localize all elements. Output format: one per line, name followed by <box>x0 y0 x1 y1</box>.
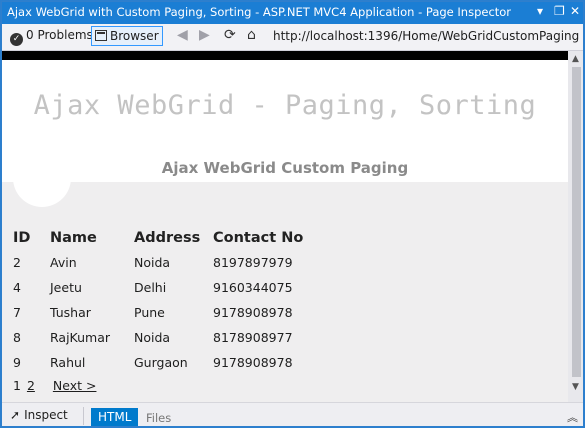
title-bar: Ajax WebGrid with Custom Paging, Sorting… <box>2 2 583 24</box>
home-icon[interactable]: ⌂ <box>247 27 256 43</box>
window-title: Ajax WebGrid with Custom Paging, Sorting… <box>7 5 512 19</box>
table-row: 9 Rahul Gurgaon 9178908978 <box>10 350 313 375</box>
scroll-down-icon[interactable]: ▼ <box>572 382 579 392</box>
tab-files[interactable]: Files <box>146 411 171 425</box>
forward-icon[interactable]: ▶ <box>199 27 210 43</box>
cell-address: Noida <box>134 255 171 270</box>
cell-id: 4 <box>13 280 21 295</box>
column-header-id[interactable]: ID <box>10 225 50 250</box>
cell-name: Jeetu <box>50 280 82 295</box>
browser-label: Browser <box>110 29 159 43</box>
top-black-bar <box>2 51 568 60</box>
inspector-toolbar: ✓ 0 Problems Browser ◀ ▶ ⟳ ⌂ http://local… <box>2 24 583 51</box>
decorative-circle <box>13 149 71 207</box>
problems-button[interactable]: ✓ 0 Problems <box>10 28 93 46</box>
cursor-icon: ➚ <box>10 408 21 422</box>
pager: 1 2 Next > <box>13 378 96 393</box>
column-header-address[interactable]: Address <box>134 225 213 250</box>
window-menu-dropdown-icon[interactable]: ▾ <box>537 4 543 18</box>
inspector-bottom-bar: ➚ Inspect HTML Files ︽ <box>2 402 583 426</box>
refresh-icon[interactable]: ⟳ <box>224 27 236 43</box>
problems-icon: ✓ <box>10 33 23 46</box>
tab-html[interactable]: HTML <box>91 408 139 426</box>
table-row: 8 RajKumar Noida 8178908977 <box>10 325 313 350</box>
page-inspector-window: Ajax WebGrid with Custom Paging, Sorting… <box>1 1 584 427</box>
cell-address: Gurgaon <box>134 355 188 370</box>
table-row: 4 Jeetu Delhi 9160344075 <box>10 275 313 300</box>
cell-contact: 9178908978 <box>213 355 293 370</box>
page-header: Ajax WebGrid - Paging, Sorting Ajax WebG… <box>2 60 568 182</box>
table-row: 7 Tushar Pune 9178908978 <box>10 300 313 325</box>
column-header-name[interactable]: Name <box>50 225 134 250</box>
table-row: 2 Avin Noida 8197897979 <box>10 250 313 275</box>
close-icon[interactable]: ✕ <box>570 4 580 18</box>
scroll-thumb[interactable] <box>572 67 581 377</box>
inspect-button[interactable]: ➚ Inspect <box>10 408 68 422</box>
cell-contact: 8178908977 <box>213 330 293 345</box>
browser-button[interactable]: Browser <box>91 26 163 46</box>
collapse-icon[interactable]: ︽ <box>567 409 578 425</box>
back-icon[interactable]: ◀ <box>177 27 188 43</box>
page-1-current: 1 <box>13 378 21 393</box>
cell-name: Tushar <box>50 305 91 320</box>
cell-contact: 9160344075 <box>213 280 293 295</box>
cell-address: Pune <box>134 305 165 320</box>
inspect-label: Inspect <box>24 408 68 422</box>
webgrid-table: ID Name Address Contact No 2 Avin Noida … <box>10 225 313 375</box>
cell-name: Rahul <box>50 355 86 370</box>
column-header-contact[interactable]: Contact No <box>213 225 313 250</box>
cell-contact: 8197897979 <box>213 255 293 270</box>
vertical-scrollbar[interactable]: ▲ ▼ <box>568 51 583 402</box>
page-banner-title: Ajax WebGrid - Paging, Sorting <box>33 90 537 121</box>
cell-id: 8 <box>13 330 21 345</box>
browser-viewport: Ajax WebGrid - Paging, Sorting Ajax WebG… <box>2 51 568 402</box>
cell-address: Delhi <box>134 280 167 295</box>
address-bar[interactable]: http://localhost:1396/Home/WebGridCustom… <box>273 29 579 43</box>
cell-name: Avin <box>50 255 77 270</box>
divider <box>83 407 84 425</box>
browser-icon <box>95 30 107 41</box>
page-2-link[interactable]: 2 <box>27 378 35 393</box>
cell-id: 2 <box>13 255 21 270</box>
table-header-row: ID Name Address Contact No <box>10 225 313 250</box>
page-subtitle: Ajax WebGrid Custom Paging <box>161 159 409 177</box>
next-page-link[interactable]: Next > <box>53 378 97 393</box>
restore-icon[interactable]: ❐ <box>554 4 565 18</box>
cell-address: Noida <box>134 330 171 345</box>
cell-id: 7 <box>13 305 21 320</box>
cell-name: RajKumar <box>50 330 111 345</box>
scroll-up-icon[interactable]: ▲ <box>572 54 579 64</box>
problems-label: 0 Problems <box>26 28 93 42</box>
cell-id: 9 <box>13 355 21 370</box>
cell-contact: 9178908978 <box>213 305 293 320</box>
